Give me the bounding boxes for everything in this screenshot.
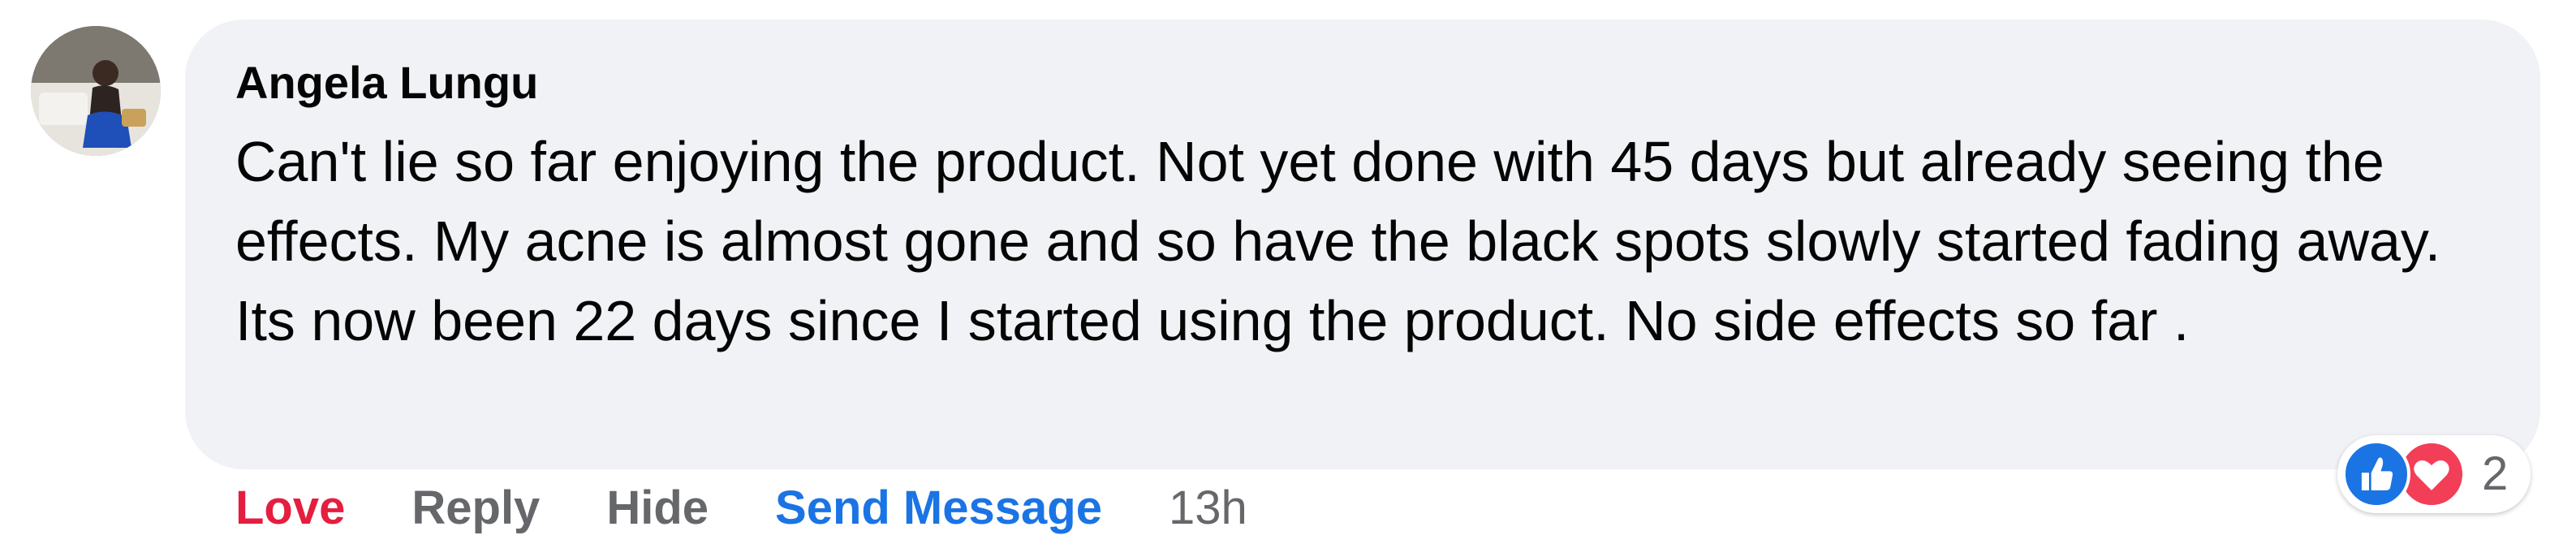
love-button[interactable]: Love (235, 481, 345, 535)
avatar[interactable] (31, 26, 161, 156)
send-message-button[interactable]: Send Message (775, 481, 1102, 535)
hide-button[interactable]: Hide (606, 481, 709, 535)
reaction-count: 2 (2482, 447, 2509, 500)
comment-timestamp[interactable]: 13h (1169, 481, 1247, 535)
comment-text: Can't lie so far enjoying the product. N… (235, 130, 2441, 352)
reply-button[interactable]: Reply (411, 481, 540, 535)
like-icon (2342, 440, 2410, 508)
comment-author[interactable]: Angela Lungu (235, 54, 538, 112)
avatar-photo (31, 26, 161, 156)
reactions-summary[interactable]: 2 (2337, 435, 2531, 513)
comment-actions: Love Reply Hide Send Message 13h (235, 477, 1247, 538)
